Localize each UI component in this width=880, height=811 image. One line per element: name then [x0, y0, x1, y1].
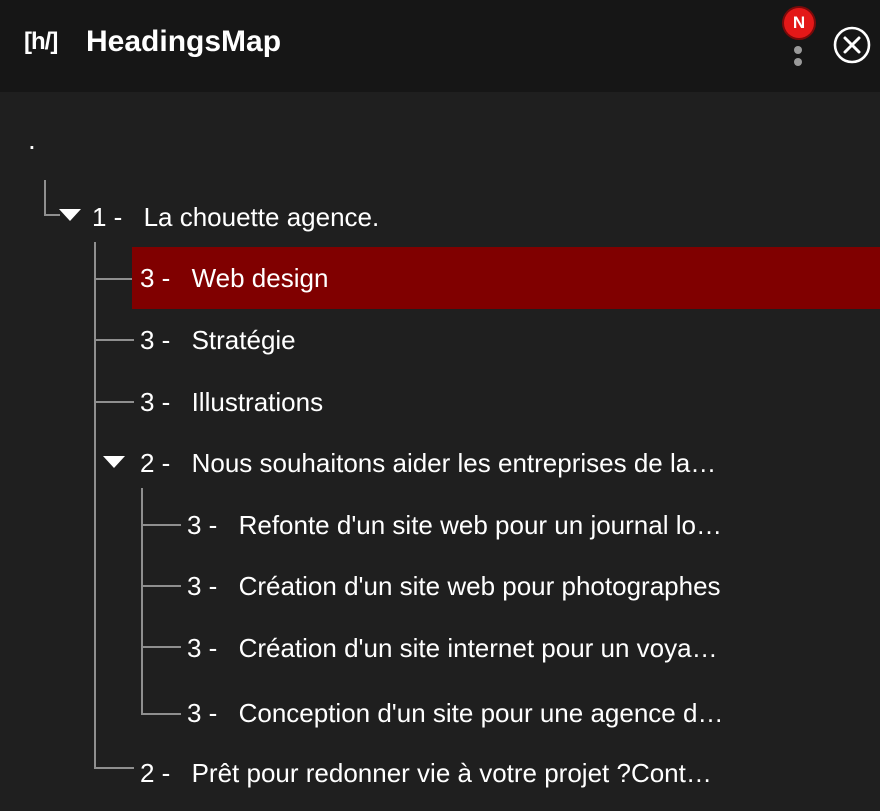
- tree-line: [94, 278, 134, 280]
- heading-level: 3 -: [187, 510, 218, 540]
- heading-level: 3 -: [187, 698, 218, 728]
- tree-line: [94, 339, 134, 341]
- collapse-triangle-icon[interactable]: [103, 456, 125, 468]
- heading-item[interactable]: 1 - La chouette agence.: [92, 186, 379, 248]
- heading-level: 2 -: [140, 758, 171, 788]
- heading-level: 1 -: [92, 202, 123, 232]
- heading-item[interactable]: 3 - Stratégie: [140, 309, 296, 371]
- headingsmap-logo: [h/]: [24, 28, 58, 55]
- heading-text: Prêt pour redonner vie à votre projet ?C…: [191, 758, 712, 788]
- tree-line: [44, 214, 60, 216]
- heading-text: Création d'un site web pour photographes: [238, 571, 721, 601]
- close-button[interactable]: [832, 25, 872, 65]
- heading-text: Nous souhaitons aider les entreprises de…: [191, 448, 717, 478]
- heading-level: 3 -: [187, 571, 218, 601]
- heading-text: Conception d'un site pour une agence d…: [238, 698, 724, 728]
- vertical-dots-icon: [794, 46, 802, 54]
- heading-item[interactable]: 2 - Prêt pour redonner vie à votre proje…: [140, 742, 712, 804]
- heading-text: La chouette agence.: [143, 202, 380, 232]
- notification-badge[interactable]: N: [784, 8, 814, 38]
- collapse-triangle-icon[interactable]: [59, 209, 81, 221]
- tree-line: [94, 401, 134, 403]
- tree-line: [141, 585, 181, 587]
- heading-text: Stratégie: [191, 325, 296, 355]
- heading-item-selected[interactable]: 3 - Web design: [132, 247, 880, 309]
- tree-line: [94, 767, 134, 769]
- heading-level: 3 -: [140, 387, 171, 417]
- close-circle-icon: [833, 26, 871, 64]
- tree-root: .: [28, 124, 36, 155]
- heading-level: 3 -: [187, 633, 218, 663]
- heading-item[interactable]: 3 - Illustrations: [140, 371, 323, 433]
- app-title: HeadingsMap: [86, 25, 282, 58]
- tree-line: [141, 524, 181, 526]
- heading-item[interactable]: 3 - Création d'un site web pour photogra…: [187, 555, 721, 617]
- tree-line: [141, 713, 181, 715]
- heading-text: Création d'un site internet pour un voya…: [238, 633, 718, 663]
- heading-level: 3 -: [140, 325, 171, 355]
- heading-item[interactable]: 3 - Création d'un site internet pour un …: [187, 617, 718, 679]
- heading-item[interactable]: 3 - Refonte d'un site web pour un journa…: [187, 494, 722, 556]
- heading-item[interactable]: 3 - Conception d'un site pour une agence…: [187, 682, 723, 744]
- heading-item[interactable]: 2 - Nous souhaitons aider les entreprise…: [140, 432, 716, 494]
- heading-level: 3 -: [140, 263, 171, 293]
- tree-line: [94, 242, 96, 769]
- heading-text: Refonte d'un site web pour un journal lo…: [238, 510, 722, 540]
- heading-text: Web design: [191, 263, 329, 293]
- app-header: [h/] HeadingsMap N: [0, 0, 880, 92]
- tree-line: [44, 180, 46, 216]
- heading-text: Illustrations: [191, 387, 324, 417]
- tree-line: [141, 646, 181, 648]
- heading-level: 2 -: [140, 448, 171, 478]
- tree-line: [141, 488, 143, 715]
